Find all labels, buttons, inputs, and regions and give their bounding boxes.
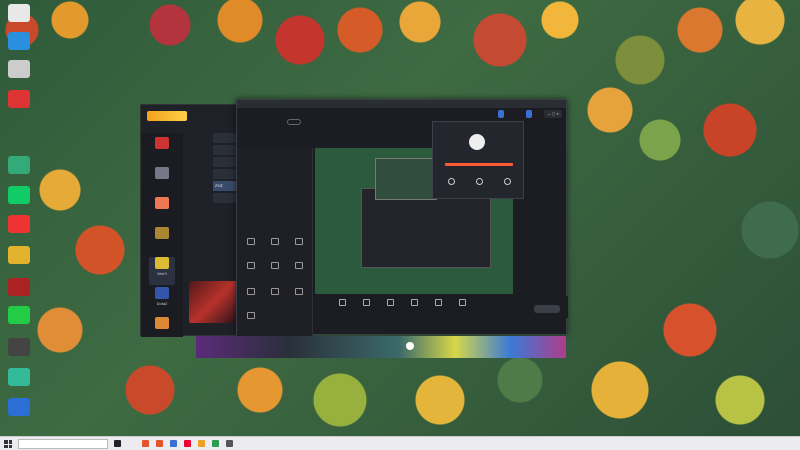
gc-nav-item-4[interactable] [149,227,175,255]
gc-nav-item-2[interactable] [149,167,175,195]
control-button[interactable] [333,299,351,308]
account-popup [432,121,524,199]
popup-action[interactable] [499,178,515,187]
gc-nav-item-7[interactable] [149,317,175,345]
recorder-controls [315,296,568,318]
desktop-icon-2[interactable] [8,32,30,50]
tool-button[interactable] [289,262,309,280]
control-icon [434,299,442,306]
popup-action[interactable] [471,178,487,187]
music-player-bar [196,336,566,358]
game-icon [155,197,169,209]
tool-button[interactable] [241,262,261,280]
recorder-tabs [241,137,315,145]
game-icon [155,317,169,329]
desktop-icon-13[interactable] [8,398,30,416]
action-icon [475,178,483,185]
desktop-icon-7[interactable] [8,215,30,233]
tool-icon [271,288,279,295]
tool-icon [247,288,255,295]
tool-icon [295,262,303,269]
tool-button[interactable] [265,288,285,306]
start-record-button[interactable] [534,305,560,313]
desktop-icon-10[interactable] [8,306,30,324]
tool-button[interactable] [265,262,285,280]
gc-nav-item-1[interactable] [149,137,175,165]
tool-button[interactable] [289,288,309,306]
control-button[interactable] [453,299,471,308]
tool-icon [247,262,255,269]
desktop-icon-1[interactable] [8,4,30,22]
preview-nested-window-2 [375,158,437,200]
control-button[interactable] [405,299,423,308]
tool-icon [247,312,255,319]
action-icon [447,178,455,185]
recorder-top-button-1[interactable] [498,110,504,118]
desktop-icon-9[interactable] [8,278,30,296]
tool-icon [295,238,303,245]
control-icon [386,299,394,306]
tool-button[interactable] [241,312,261,330]
tool-icon [247,238,255,245]
tool-button[interactable] [241,288,261,306]
taskbar-app-icon[interactable] [114,440,121,447]
game-center-logo [147,111,187,121]
taskbar-app-icon[interactable] [226,440,233,447]
app-logo-icon [469,134,485,150]
taskbar-app-icon[interactable] [170,440,177,447]
tool-icon [271,238,279,245]
tool-icon [271,262,279,269]
taskbar-app-icon[interactable] [198,440,205,447]
control-icon [362,299,370,306]
gc-nav-item-war3[interactable]: Wer3 [149,257,175,285]
control-button[interactable] [429,299,447,308]
window-controls[interactable]: — ▢ ✕ [544,110,562,118]
taskbar-app-icon[interactable] [142,440,149,447]
popup-action[interactable] [443,178,459,187]
recorder-top-button-2[interactable] [526,110,532,118]
control-button[interactable] [381,299,399,308]
action-icon [503,178,511,185]
game-center-window: Wer3 Dota2 ZYIZ [140,104,241,337]
desktop-icon-4[interactable] [8,90,30,108]
dota2-icon [155,287,169,299]
control-button[interactable] [357,299,375,308]
play-pause-icon[interactable] [406,342,414,350]
desktop-icon-12[interactable] [8,368,30,386]
tool-button[interactable] [265,238,285,256]
control-icon [410,299,418,306]
desktop-icon-8[interactable] [8,246,30,264]
taskbar-app-icon[interactable] [212,440,219,447]
gc-nav-item-3[interactable] [149,197,175,225]
progress-bar [445,163,513,166]
preview-nested-window [361,188,491,268]
game-center-sidebar: Wer3 Dota2 [141,133,183,337]
tool-button[interactable] [241,238,261,256]
tool-icon [295,288,303,295]
taskbar-search-input[interactable] [18,439,108,449]
desktop-icon-5[interactable] [8,156,30,174]
desktop-icon-3[interactable] [8,60,30,78]
recorder-version-badge [287,119,301,125]
start-button[interactable] [4,440,12,448]
war3-icon [155,257,169,269]
tool-button[interactable] [289,238,309,256]
control-icon [458,299,466,306]
recorder-title-bar [237,100,566,108]
recorder-left-panel [237,148,313,336]
control-icon [338,299,346,306]
desktop-icon-6[interactable] [8,186,30,204]
gc-banner[interactable] [189,281,239,323]
game-icon [155,227,169,239]
taskbar-app-icon[interactable] [156,440,163,447]
taskbar [0,436,800,450]
game-icon [155,167,169,179]
game-icon [155,137,169,149]
desktop-icons [0,0,46,436]
taskbar-app-icon[interactable] [184,440,191,447]
gc-nav-item-dota2[interactable]: Dota2 [149,287,175,315]
desktop-icon-11[interactable] [8,338,30,356]
